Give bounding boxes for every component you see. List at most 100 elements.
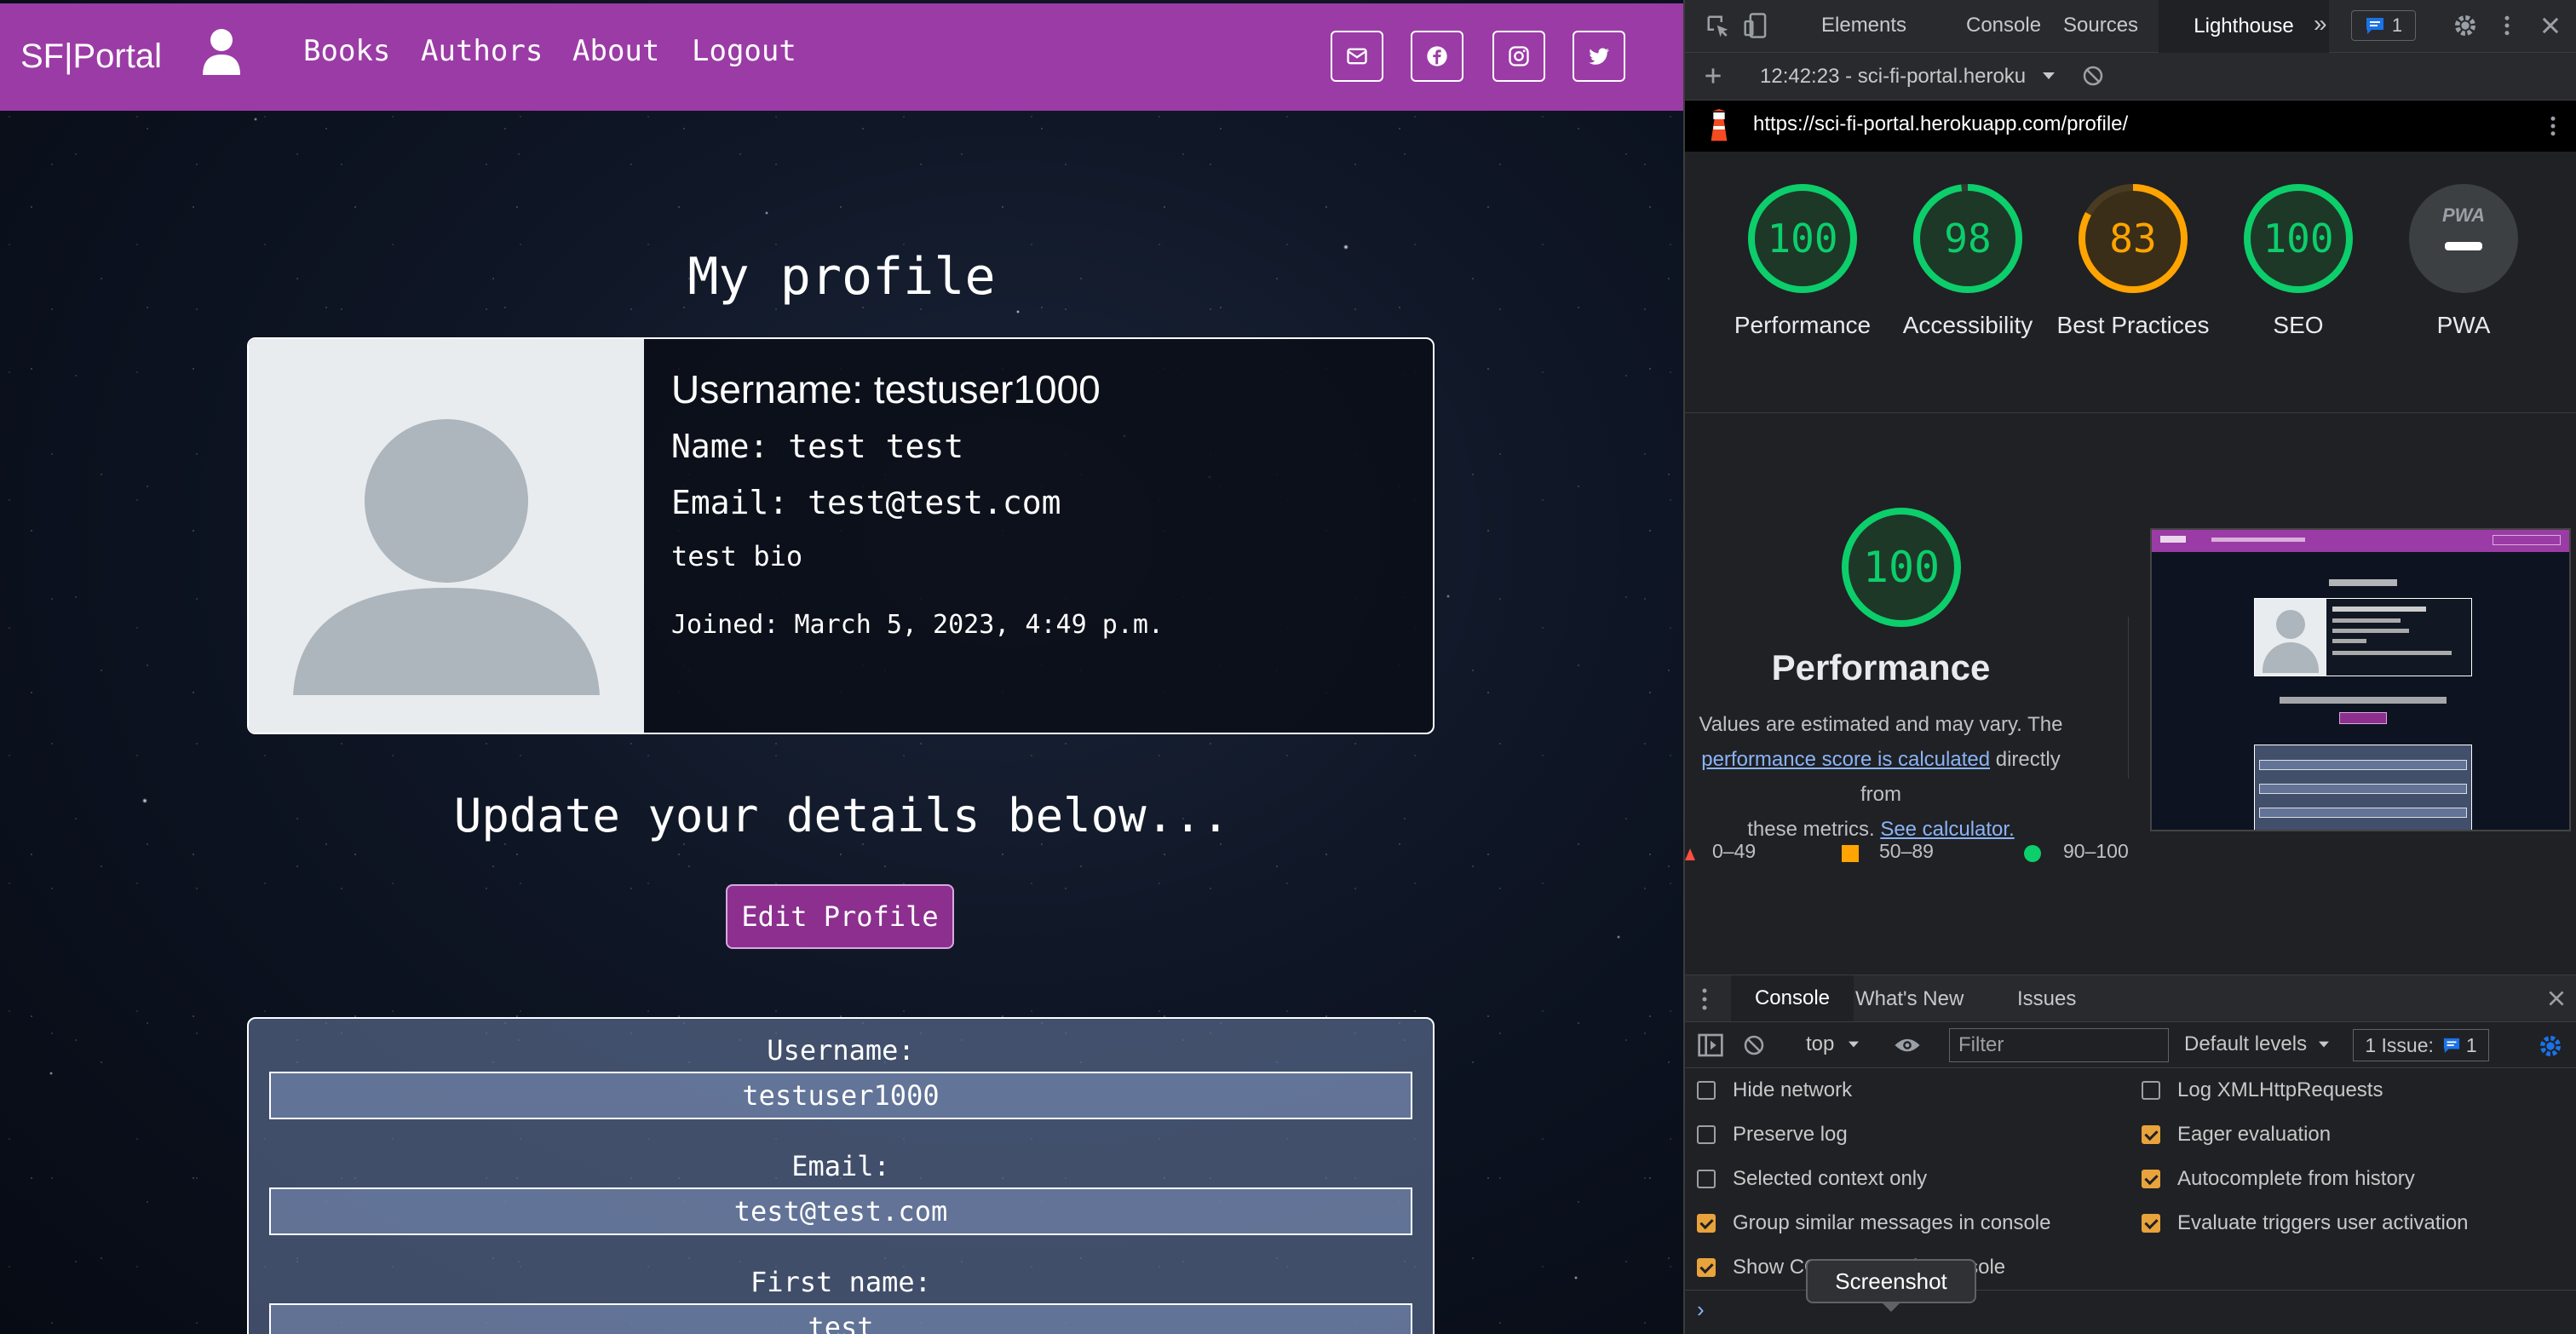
levels-chevron-icon[interactable] <box>2317 1039 2331 1049</box>
context-chevron-icon[interactable] <box>1847 1039 1860 1049</box>
profile-card: Username: testuser1000 Name: test test E… <box>247 337 1435 734</box>
edit-profile-button[interactable]: Edit Profile <box>726 884 954 949</box>
console-filter-input[interactable]: Filter <box>1949 1028 2169 1062</box>
console-toolbar: top Filter Default levels 1 Issue: 1 <box>1685 1022 2576 1068</box>
envelope-icon <box>1347 48 1367 65</box>
log-xhr-option[interactable]: Log XMLHttpRequests <box>2142 1078 2383 1102</box>
more-options-icon[interactable] <box>2494 12 2520 39</box>
chevron-down-icon[interactable] <box>2041 70 2056 82</box>
nav-books[interactable]: Books <box>303 34 390 68</box>
preserve-log-option[interactable]: Preserve log <box>1697 1123 1848 1147</box>
fail-legend-icon <box>1685 848 1695 860</box>
group-similar-label: Group similar messages in console <box>1733 1211 2051 1234</box>
sidebar-toggle-icon[interactable] <box>1697 1032 1724 1058</box>
divider <box>1685 412 2576 413</box>
instagram-button[interactable] <box>1492 31 1545 82</box>
avatar <box>249 339 644 733</box>
filter-placeholder: Filter <box>1958 1033 2004 1056</box>
twitter-button[interactable] <box>1573 31 1625 82</box>
first-name-label: First name: <box>750 1266 931 1298</box>
username-field[interactable]: testuser1000 <box>269 1072 1412 1119</box>
perf-desc-1: Values are estimated and may vary. The <box>1699 713 2063 736</box>
nav-authors[interactable]: Authors <box>421 34 543 68</box>
nav-about[interactable]: About <box>572 34 659 68</box>
drawer-tab-console[interactable]: Console <box>1731 975 1854 1021</box>
drawer-menu-icon[interactable] <box>1700 987 1709 1011</box>
email-button[interactable] <box>1331 31 1383 82</box>
hide-network-checkbox[interactable] <box>1697 1081 1716 1100</box>
tab-sources[interactable]: Sources <box>2063 14 2138 37</box>
selected-context-option[interactable]: Selected context only <box>1697 1167 1927 1191</box>
clear-console-icon[interactable] <box>1741 1032 1767 1058</box>
tab-lighthouse[interactable]: Lighthouse <box>2159 0 2329 53</box>
clear-icon[interactable] <box>2080 63 2106 89</box>
plus-icon[interactable] <box>1702 65 1724 87</box>
issues-badge-count: 1 <box>2465 1033 2477 1056</box>
lighthouse-logo-icon <box>1711 109 1728 141</box>
gauge-performance[interactable]: 100 <box>1745 181 1860 296</box>
drawer-tab-issues[interactable]: Issues <box>2017 987 2076 1011</box>
autocomplete-checkbox[interactable] <box>2142 1170 2160 1188</box>
log-xhr-label: Log XMLHttpRequests <box>2177 1078 2383 1101</box>
drawer-tab-whats-new[interactable]: What's New <box>1855 987 1964 1011</box>
issues-counter-button[interactable]: 1 <box>2351 10 2416 41</box>
tab-console[interactable]: Console <box>1966 14 2041 37</box>
nav-logout[interactable]: Logout <box>692 34 796 68</box>
twitter-icon <box>1589 48 1610 65</box>
email-field[interactable]: test@test.com <box>269 1187 1412 1235</box>
preserve-log-checkbox[interactable] <box>1697 1125 1716 1144</box>
legend-average: 50–89 <box>1879 840 1934 862</box>
eval-triggers-option[interactable]: Evaluate triggers user activation <box>2142 1211 2469 1235</box>
perf-desc-3: these metrics. <box>1747 818 1875 841</box>
instagram-icon <box>1509 46 1529 66</box>
preserve-log-label: Preserve log <box>1733 1123 1848 1146</box>
perf-score-link[interactable]: performance score is calculated <box>1701 748 1990 771</box>
tab-elements[interactable]: Elements <box>1821 14 1906 37</box>
hide-network-option[interactable]: Hide network <box>1697 1078 1852 1102</box>
performance-heading: Performance <box>1771 647 1991 687</box>
gauge-best-practices[interactable]: 83 <box>2075 181 2191 296</box>
console-prompt[interactable]: › <box>1697 1297 1705 1323</box>
eval-triggers-checkbox[interactable] <box>2142 1214 2160 1233</box>
report-menu-icon[interactable] <box>2540 112 2566 140</box>
log-xhr-checkbox[interactable] <box>2142 1081 2160 1100</box>
group-similar-checkbox[interactable] <box>1697 1214 1716 1233</box>
pwa-badge-icon: PWA <box>2441 204 2486 226</box>
inspect-element-icon[interactable] <box>1705 14 1731 39</box>
drawer-close-icon[interactable] <box>2545 987 2567 1009</box>
calculator-link[interactable]: See calculator. <box>1880 818 2014 841</box>
show-cors-checkbox[interactable] <box>1697 1258 1716 1277</box>
eager-eval-checkbox[interactable] <box>2142 1125 2160 1144</box>
group-similar-option[interactable]: Group similar messages in console <box>1697 1211 2051 1235</box>
log-levels-select[interactable]: Default levels <box>2184 1032 2307 1056</box>
first-name-field[interactable]: test <box>269 1303 1412 1334</box>
user-icon[interactable] <box>201 27 242 77</box>
gauge-accessibility[interactable]: 98 <box>1910 181 2026 296</box>
device-toolbar-icon[interactable] <box>1743 12 1768 39</box>
gauge-accessibility-value: 98 <box>1944 216 1992 262</box>
autocomplete-option[interactable]: Autocomplete from history <box>2142 1167 2415 1191</box>
audited-url: https://sci-fi-portal.herokuapp.com/prof… <box>1753 112 2129 135</box>
eye-icon[interactable] <box>1893 1032 1922 1058</box>
report-select[interactable]: 12:42:23 - sci-fi-portal.heroku <box>1760 65 2026 89</box>
tooltip-arrow <box>1881 1302 1901 1312</box>
autocomplete-label: Autocomplete from history <box>2177 1167 2415 1190</box>
close-icon[interactable] <box>2539 14 2562 37</box>
gauge-pwa[interactable]: PWA <box>2406 181 2521 296</box>
eager-eval-option[interactable]: Eager evaluation <box>2142 1123 2331 1147</box>
brand-logo[interactable]: SF|Portal <box>20 37 162 76</box>
selected-context-checkbox[interactable] <box>1697 1170 1716 1188</box>
final-screenshot-thumbnail[interactable] <box>2150 528 2571 831</box>
facebook-button[interactable] <box>1411 31 1463 82</box>
gauge-seo[interactable]: 100 <box>2240 181 2356 296</box>
more-tabs-button[interactable]: » <box>2314 10 2327 37</box>
console-settings-icon[interactable] <box>2537 1032 2564 1060</box>
profile-bio: test bio <box>671 540 803 572</box>
performance-description: Values are estimated and may vary. The p… <box>1685 707 2077 847</box>
selected-context-label: Selected context only <box>1733 1167 1928 1190</box>
gear-icon[interactable] <box>2452 12 2479 39</box>
update-form: Username: testuser1000 Email: test@test.… <box>247 1017 1435 1334</box>
gauge-seo-label: SEO <box>2273 312 2324 338</box>
context-select[interactable]: top <box>1806 1032 1834 1056</box>
issues-badge-button[interactable]: 1 Issue: 1 <box>2353 1029 2489 1061</box>
